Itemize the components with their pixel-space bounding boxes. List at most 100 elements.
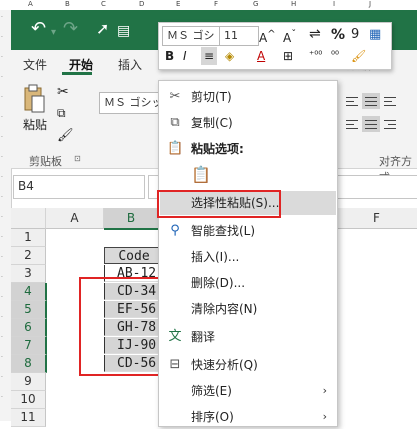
tab-home[interactable]: 开始 [69, 56, 93, 73]
outer-ruler-col: B [65, 0, 70, 8]
context-menu-item[interactable]: ✂ 剪切(T) [160, 85, 336, 109]
shrink-font-icon[interactable]: Aˇ [283, 26, 296, 47]
cut-icon[interactable]: ✂ [57, 84, 69, 100]
paste-icon[interactable] [22, 84, 46, 114]
context-menu-label: 快速分析(Q) [191, 358, 258, 372]
paste-label[interactable]: 粘贴 [23, 116, 47, 133]
form-icon[interactable]: ▤ [117, 22, 130, 40]
context-menu-label: 翻译 [191, 330, 216, 344]
undo-icon[interactable]: ↶ [31, 20, 46, 38]
tab-file[interactable]: 文件 [23, 56, 47, 73]
row-header[interactable]: 7 [11, 337, 47, 355]
outer-ruler-row-tick: · [1, 54, 3, 61]
row-header[interactable]: 11 [11, 409, 46, 427]
outer-ruler-row-tick: · [1, 174, 3, 181]
font-name-box[interactable]: ＭＳ ゴシック [99, 92, 167, 114]
context-menu-item[interactable]: 排序(O) › [160, 405, 336, 429]
cell-header[interactable]: Code [104, 247, 164, 264]
context-menu-item[interactable]: 清除内容(N) [160, 297, 336, 321]
row-header[interactable]: 3 [11, 265, 46, 283]
row-header[interactable]: 2 [11, 247, 46, 265]
align-right-icon[interactable] [381, 116, 399, 132]
mini-font-name[interactable]: ＭＳ ゴシ [162, 26, 220, 46]
format-painter-icon[interactable]: 🖌 [57, 128, 74, 143]
decrease-decimal-icon[interactable]: ⁰⁰ [331, 47, 339, 65]
accounting-format-icon[interactable]: ⇌ [309, 25, 321, 43]
font-color-icon[interactable]: A [257, 47, 265, 65]
outer-ruler-row-tick: · [1, 334, 3, 341]
format-painter-mini-icon[interactable]: 🖌 [351, 47, 366, 65]
align-top-icon[interactable] [343, 93, 361, 109]
format-cells-icon[interactable]: ▦ [369, 26, 381, 44]
row-header[interactable]: 9 [11, 373, 46, 391]
context-menu-item[interactable]: 筛选(E) › [160, 379, 336, 403]
increase-decimal-icon[interactable]: ⁺⁰⁰ [309, 47, 322, 65]
context-menu-item[interactable]: 删除(D)... [160, 271, 336, 295]
align-middle-icon[interactable] [362, 93, 380, 109]
row-header[interactable]: 8 [11, 355, 47, 373]
outer-ruler-row-tick: · [1, 134, 3, 141]
column-header-b[interactable]: B [104, 208, 159, 230]
italic-button[interactable]: I [183, 47, 187, 65]
outer-ruler-col: I [333, 0, 336, 8]
outer-ruler-row-tick: · [1, 254, 3, 261]
row-header[interactable]: 4 [11, 283, 47, 301]
context-menu-label: 插入(I)... [191, 250, 240, 264]
outer-ruler-row-tick: · [1, 154, 3, 161]
column-header-a[interactable]: A [46, 208, 104, 229]
percent-style-icon[interactable]: % [331, 26, 345, 44]
outer-ruler-row-tick: · [1, 394, 3, 401]
translate-icon: 文 [168, 329, 182, 344]
dialog-launcher-icon[interactable]: ⊡ [74, 154, 81, 163]
search-icon: ⚲ [170, 223, 180, 238]
select-all-corner[interactable] [11, 208, 46, 229]
grow-font-icon[interactable]: A^ [259, 26, 276, 47]
row-header[interactable]: 5 [11, 301, 47, 319]
borders-icon[interactable]: ⊞ [283, 47, 293, 65]
outer-ruler-col: G [253, 0, 259, 8]
context-menu-item[interactable]: 文翻译 [160, 325, 336, 349]
scissors-icon: ✂ [169, 89, 181, 104]
outer-ruler-row-tick: · [1, 214, 3, 221]
context-menu-item[interactable]: ⊟ 快速分析(Q) [160, 353, 336, 377]
outer-ruler-col: H [291, 0, 297, 8]
bold-button[interactable]: B [165, 47, 174, 65]
highlight-box-cells [79, 277, 170, 376]
outer-ruler-row-tick: · [1, 14, 3, 21]
context-menu-item[interactable]: ⚲ 智能查找(L) [160, 219, 336, 243]
column-header-f[interactable]: F [336, 208, 417, 229]
mini-font-size[interactable]: 11 [219, 26, 259, 46]
row-header[interactable]: 6 [11, 319, 47, 337]
outer-ruler-row-tick: · [1, 234, 3, 241]
context-menu-label: 清除内容(N) [191, 302, 258, 316]
context-menu-label: 筛选(E) [191, 384, 232, 398]
redo-icon[interactable]: ↷ [63, 20, 78, 38]
copy-icon[interactable]: ⧉ [57, 106, 66, 121]
tab-insert[interactable]: 插入 [118, 56, 142, 73]
clipboard-group-label: 剪贴板 [29, 155, 62, 168]
context-menu-label: 剪切(T) [191, 90, 232, 104]
row-header[interactable]: 10 [11, 391, 46, 409]
context-menu-label: 智能查找(L) [191, 224, 256, 238]
select-pointer-icon[interactable]: ➚ [96, 20, 109, 38]
context-menu-label: 粘贴选项: [191, 142, 244, 156]
center-align-icon[interactable]: ≡ [201, 47, 218, 65]
context-menu-item[interactable]: 插入(I)... [160, 245, 336, 269]
align-bottom-icon[interactable] [381, 93, 399, 109]
copy-icon: ⧉ [170, 115, 180, 130]
name-box[interactable]: B4 [13, 175, 145, 199]
fill-color-icon[interactable]: ◈ [225, 47, 234, 65]
context-menu-item[interactable]: 📋 [160, 163, 336, 189]
outer-ruler-row-tick: · [1, 114, 3, 121]
context-menu-item[interactable]: ⧉ 复制(C) [160, 111, 336, 135]
undo-dropdown-icon[interactable]: ▾ [51, 24, 56, 42]
context-menu-item[interactable]: 📋 粘贴选项: [160, 137, 336, 161]
align-left-icon[interactable] [343, 116, 361, 132]
comma-style-icon[interactable]: 9 [351, 26, 359, 44]
context-menu-label: 排序(O) [191, 410, 234, 424]
paste-clipboard-icon: 📋 [191, 165, 211, 184]
row-header[interactable]: 1 [11, 229, 46, 247]
align-center-icon[interactable] [362, 116, 380, 132]
active-tab-indicator [62, 72, 92, 75]
outer-ruler-col: F [214, 0, 219, 8]
